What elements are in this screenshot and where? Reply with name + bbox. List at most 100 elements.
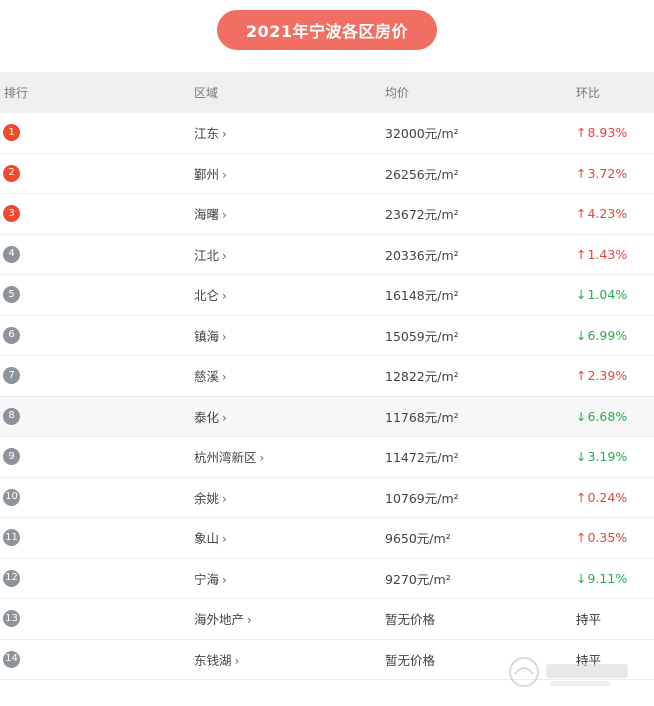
chevron-right-icon: › bbox=[247, 613, 252, 628]
rank-cell: 8 bbox=[0, 407, 194, 425]
rank-badge: 13 bbox=[3, 610, 20, 628]
rank-badge: 7 bbox=[3, 367, 20, 385]
rank-badge: 3 bbox=[3, 205, 20, 223]
arrow-down-icon: ↓ bbox=[576, 408, 587, 424]
region-cell: 泰化 › bbox=[194, 407, 385, 426]
price-cell: 10769元/m² bbox=[385, 490, 459, 506]
price-cell: 23672元/m² bbox=[385, 207, 459, 223]
header-rank: 排行 bbox=[4, 86, 29, 100]
region-link[interactable]: 东钱湖 › bbox=[194, 653, 239, 668]
table-row: 13 海外地产 › 暂无价格 持平 bbox=[0, 599, 654, 640]
arrow-up-icon: ↑ bbox=[576, 125, 587, 141]
region-link[interactable]: 杭州湾新区 › bbox=[194, 450, 264, 465]
rank-badge: 6 bbox=[3, 326, 20, 344]
table-row: 2 鄞州 › 26256元/m² ↑3.72% bbox=[0, 154, 654, 194]
arrow-down-icon: ↓ bbox=[576, 287, 587, 303]
region-link[interactable]: 江东 › bbox=[194, 126, 227, 141]
change-value: 2.39% bbox=[587, 368, 628, 384]
table-row: 3 海曙 › 23672元/m² ↑4.23% bbox=[0, 194, 654, 235]
region-link[interactable]: 鄞州 › bbox=[194, 167, 227, 182]
rank-badge: 12 bbox=[3, 569, 20, 587]
region-cell: 北仑 › bbox=[194, 285, 385, 304]
chevron-right-icon: › bbox=[222, 532, 227, 547]
table-row: 6 镇海 › 15059元/m² ↓6.99% bbox=[0, 316, 654, 356]
rank-cell: 3 bbox=[0, 205, 194, 223]
rank-badge: 14 bbox=[3, 650, 20, 668]
chevron-right-icon: › bbox=[222, 167, 227, 182]
rank-badge: 5 bbox=[3, 286, 20, 304]
region-label: 杭州湾新区 bbox=[194, 450, 257, 466]
arrow-up-icon: ↑ bbox=[576, 368, 587, 384]
chevron-right-icon: › bbox=[234, 653, 240, 668]
header-region: 区域 bbox=[194, 86, 219, 100]
region-link[interactable]: 镇海 › bbox=[194, 329, 227, 344]
region-label: 余姚 bbox=[194, 490, 220, 506]
price-cell: 12822元/m² bbox=[385, 369, 459, 385]
table-row: 5 北仑 › 16148元/m² ↓1.04% bbox=[0, 275, 654, 316]
table-row: 4 江北 › 20336元/m² ↑1.43% bbox=[0, 235, 654, 275]
price-table: 排行 区域 均价 环比 1 江东 › 32000元/m² ↑8.93% 2 鄞州 › 26256… bbox=[0, 72, 654, 680]
rank-cell: 10 bbox=[0, 488, 194, 506]
price-cell: 暂无价格 bbox=[385, 612, 436, 628]
change-value: 0.35% bbox=[587, 530, 628, 546]
change-cell: ↑2.39% bbox=[576, 368, 654, 383]
change-value: 4.23% bbox=[587, 206, 628, 222]
region-link[interactable]: 余姚 › bbox=[194, 491, 227, 506]
rank-cell: 9 bbox=[0, 448, 194, 466]
arrow-down-icon: ↓ bbox=[576, 570, 587, 586]
table-body: 1 江东 › 32000元/m² ↑8.93% 2 鄞州 › 26256元/m² ↑3.72% 3 海… bbox=[0, 113, 654, 680]
table-row: 10 余姚 › 10769元/m² ↑0.24% bbox=[0, 478, 654, 518]
change-cell: ↑1.43% bbox=[576, 247, 654, 262]
rank-cell: 1 bbox=[0, 124, 194, 142]
rank-cell: 13 bbox=[0, 610, 194, 628]
region-cell: 江东 › bbox=[194, 123, 385, 142]
arrow-up-icon: ↑ bbox=[576, 206, 587, 222]
change-cell: ↑3.72% bbox=[576, 166, 654, 181]
table-row: 11 象山 › 9650元/m² ↑0.35% bbox=[0, 518, 654, 559]
change-cell: ↑0.35% bbox=[576, 530, 654, 545]
table-header: 排行 区域 均价 环比 bbox=[0, 72, 654, 113]
region-cell: 海曙 › bbox=[194, 204, 385, 223]
chevron-right-icon: › bbox=[222, 329, 227, 344]
rank-cell: 11 bbox=[0, 529, 194, 547]
change-cell: ↓6.68% bbox=[576, 409, 654, 424]
region-link[interactable]: 江北 › bbox=[194, 248, 227, 263]
header-price: 均价 bbox=[385, 86, 410, 100]
region-label: 江北 bbox=[194, 247, 220, 263]
price-cell: 20336元/m² bbox=[385, 247, 459, 263]
rank-badge: 8 bbox=[3, 407, 20, 425]
rank-cell: 6 bbox=[0, 326, 194, 344]
rank-badge: 1 bbox=[3, 124, 20, 142]
price-cell: 16148元/m² bbox=[385, 288, 459, 304]
region-label: 北仑 bbox=[194, 288, 220, 304]
region-cell: 江北 › bbox=[194, 245, 385, 264]
table-row: 9 杭州湾新区 › 11472元/m² ↓3.19% bbox=[0, 437, 654, 478]
price-cell: 9270元/m² bbox=[385, 571, 451, 587]
region-link[interactable]: 海曙 › bbox=[194, 207, 227, 222]
header-change: 环比 bbox=[576, 86, 601, 100]
rank-cell: 2 bbox=[0, 164, 194, 182]
rank-badge: 4 bbox=[3, 245, 20, 263]
region-link[interactable]: 象山 › bbox=[194, 531, 227, 546]
region-link[interactable]: 慈溪 › bbox=[194, 369, 227, 384]
region-link[interactable]: 北仑 › bbox=[194, 288, 227, 303]
change-value: 3.19% bbox=[587, 449, 628, 465]
rank-badge: 10 bbox=[3, 488, 20, 506]
arrow-up-icon: ↑ bbox=[576, 489, 587, 505]
chevron-right-icon: › bbox=[222, 289, 227, 304]
region-link[interactable]: 泰化 › bbox=[194, 410, 227, 425]
rank-badge: 2 bbox=[3, 164, 20, 182]
table-row: 1 江东 › 32000元/m² ↑8.93% bbox=[0, 113, 654, 154]
chevron-right-icon: › bbox=[222, 410, 227, 425]
rank-cell: 7 bbox=[0, 367, 194, 385]
region-cell: 杭州湾新区 › bbox=[194, 447, 385, 466]
region-label: 泰化 bbox=[194, 409, 220, 425]
change-value: 1.04% bbox=[587, 287, 628, 303]
table-row: 8 泰化 › 11768元/m² ↓6.68% bbox=[0, 396, 654, 437]
region-link[interactable]: 宁海 › bbox=[194, 572, 227, 587]
region-link[interactable]: 海外地产 › bbox=[194, 612, 252, 627]
chevron-right-icon: › bbox=[222, 127, 227, 142]
change-value: 6.68% bbox=[587, 408, 628, 424]
region-cell: 象山 › bbox=[194, 528, 385, 547]
region-label: 海曙 bbox=[194, 207, 220, 223]
